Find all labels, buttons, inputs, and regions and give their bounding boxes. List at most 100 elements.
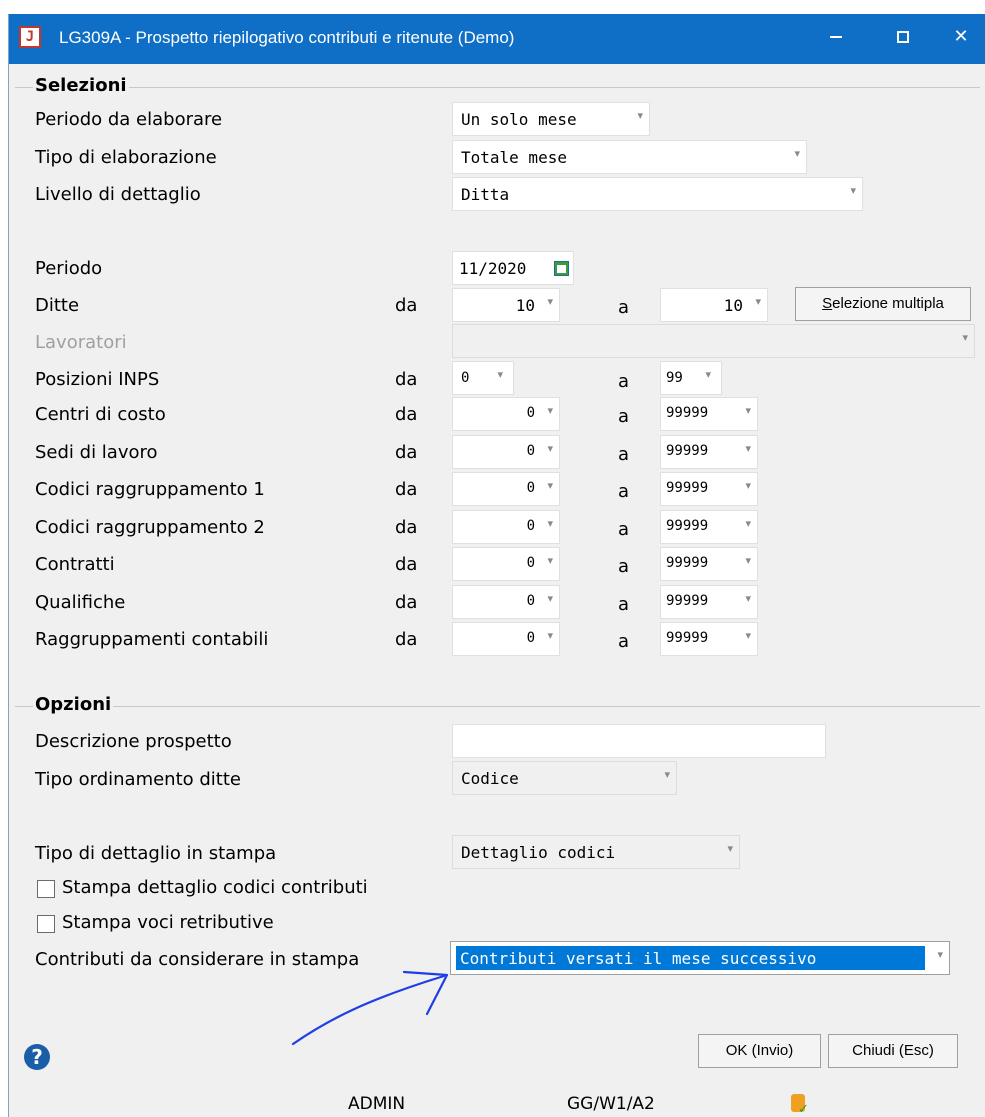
a-label: a xyxy=(618,481,630,502)
tipo-dettaglio-stampa-label: Tipo di dettaglio in stampa xyxy=(35,843,277,864)
a-label: a xyxy=(618,444,630,465)
stepper-value: 10 xyxy=(723,296,743,315)
posizioni-inps-to-stepper[interactable]: 99 ▾ xyxy=(660,361,722,395)
select-value: Totale mese xyxy=(461,148,567,167)
section-divider xyxy=(15,87,980,88)
close-icon: ✕ xyxy=(953,26,969,47)
stampa-voci-retributive-checkbox[interactable] xyxy=(37,915,55,933)
chevron-down-icon: ▾ xyxy=(745,442,751,455)
da-label: da xyxy=(395,295,418,316)
maximize-icon xyxy=(897,31,909,43)
a-label: a xyxy=(618,297,630,318)
stampa-dettaglio-codici-checkbox[interactable] xyxy=(37,880,55,898)
a-label: a xyxy=(618,556,630,577)
stepper-value: 0 xyxy=(526,443,535,459)
a-label: a xyxy=(618,594,630,615)
chevron-down-icon: ▾ xyxy=(637,109,643,122)
chevron-down-icon: ▾ xyxy=(705,368,711,381)
stepper-value: 99999 xyxy=(666,630,709,646)
a-label: a xyxy=(618,519,630,540)
stepper-value: 0 xyxy=(526,593,535,609)
tipo-elaborazione-label: Tipo di elaborazione xyxy=(35,147,217,168)
section-title-opzioni: Opzioni xyxy=(33,694,114,715)
stepper-value: 99999 xyxy=(666,518,709,534)
status-path: GG/W1/A2 xyxy=(567,1094,655,1114)
range-to-stepper[interactable]: 99999 ▾ xyxy=(660,622,758,656)
chevron-down-icon: ▾ xyxy=(745,404,751,417)
range-row-label: Raggruppamenti contabili xyxy=(35,629,269,650)
stepper-value: 99999 xyxy=(666,480,709,496)
periodo-input[interactable]: 11/2020 xyxy=(452,251,574,285)
ditte-from-stepper[interactable]: 10 ▾ xyxy=(452,288,560,322)
chevron-down-icon: ▾ xyxy=(547,592,553,605)
calendar-icon[interactable] xyxy=(554,261,569,276)
stepper-value: 99 xyxy=(666,370,683,386)
da-label: da xyxy=(395,479,418,500)
range-from-stepper[interactable]: 0 ▾ xyxy=(452,547,560,581)
range-to-stepper[interactable]: 99999 ▾ xyxy=(660,585,758,619)
chevron-down-icon: ▾ xyxy=(755,295,761,308)
posizioni-inps-from-stepper[interactable]: 0 ▾ xyxy=(452,361,514,395)
stepper-value: 0 xyxy=(526,405,535,421)
ditte-label: Ditte xyxy=(35,295,80,316)
da-label: da xyxy=(395,517,418,538)
range-from-stepper[interactable]: 0 ▾ xyxy=(452,510,560,544)
chevron-down-icon: ▾ xyxy=(850,184,856,197)
ok-button[interactable]: OK (Invio) xyxy=(698,1034,821,1068)
range-to-stepper[interactable]: 99999 ▾ xyxy=(660,435,758,469)
stepper-value: 0 xyxy=(526,555,535,571)
contributi-stampa-select[interactable]: Contributi versati il mese successivo ▾ xyxy=(450,941,950,975)
title-bar[interactable]: J LG309A - Prospetto riepilogativo contr… xyxy=(9,14,985,64)
chevron-down-icon: ▾ xyxy=(547,404,553,417)
chevron-down-icon: ▾ xyxy=(962,331,968,344)
tipo-elaborazione-select[interactable]: Totale mese ▾ xyxy=(452,140,807,174)
range-to-stepper[interactable]: 99999 ▾ xyxy=(660,547,758,581)
minimize-icon xyxy=(830,36,842,38)
ditte-to-stepper[interactable]: 10 ▾ xyxy=(660,288,768,322)
range-from-stepper[interactable]: 0 ▾ xyxy=(452,397,560,431)
chevron-down-icon: ▾ xyxy=(794,147,800,160)
select-value: Contributi versati il mese successivo xyxy=(456,946,925,970)
a-label: a xyxy=(618,631,630,652)
range-to-stepper[interactable]: 99999 ▾ xyxy=(660,472,758,506)
stepper-value: 99999 xyxy=(666,443,709,459)
periodo-da-elaborare-select[interactable]: Un solo mese ▾ xyxy=(452,102,650,136)
lavoratori-label: Lavoratori xyxy=(35,332,127,353)
stepper-value: 99999 xyxy=(666,405,709,421)
app-icon: J xyxy=(19,26,41,48)
maximize-button[interactable] xyxy=(878,14,928,64)
chevron-down-icon: ▾ xyxy=(497,368,503,381)
chevron-down-icon: ▾ xyxy=(547,479,553,492)
stepper-value: 0 xyxy=(526,518,535,534)
range-from-stepper[interactable]: 0 ▾ xyxy=(452,435,560,469)
window-title: LG309A - Prospetto riepilogativo contrib… xyxy=(59,28,515,47)
range-to-stepper[interactable]: 99999 ▾ xyxy=(660,510,758,544)
da-label: da xyxy=(395,369,418,390)
da-label: da xyxy=(395,592,418,613)
tipo-ordinamento-select[interactable]: Codice ▾ xyxy=(452,761,677,795)
range-from-stepper[interactable]: 0 ▾ xyxy=(452,622,560,656)
help-icon[interactable]: ? xyxy=(24,1044,50,1070)
range-row-label: Codici raggruppamento 2 xyxy=(35,517,265,538)
range-to-stepper[interactable]: 99999 ▾ xyxy=(660,397,758,431)
livello-dettaglio-select[interactable]: Ditta ▾ xyxy=(452,177,863,211)
chevron-down-icon: ▾ xyxy=(937,948,943,961)
tipo-dettaglio-stampa-select[interactable]: Dettaglio codici ▾ xyxy=(452,835,740,869)
lavoratori-select: ▾ xyxy=(452,324,975,358)
range-row-label: Centri di costo xyxy=(35,404,166,425)
stepper-value: 99999 xyxy=(666,593,709,609)
section-title-selezioni: Selezioni xyxy=(33,75,129,96)
selezione-multipla-button[interactable]: Selezione multipla xyxy=(795,287,971,321)
chiudi-button[interactable]: Chiudi (Esc) xyxy=(828,1034,958,1068)
periodo-da-elaborare-label: Periodo da elaborare xyxy=(35,109,223,130)
chevron-down-icon: ▾ xyxy=(547,442,553,455)
range-from-stepper[interactable]: 0 ▾ xyxy=(452,472,560,506)
a-label: a xyxy=(618,371,630,392)
stepper-value: 99999 xyxy=(666,555,709,571)
minimize-button[interactable] xyxy=(811,14,861,64)
descrizione-prospetto-input[interactable] xyxy=(452,724,826,758)
range-from-stepper[interactable]: 0 ▾ xyxy=(452,585,560,619)
da-label: da xyxy=(395,629,418,650)
status-user: ADMIN xyxy=(348,1094,406,1114)
close-button[interactable]: ✕ xyxy=(936,14,985,64)
